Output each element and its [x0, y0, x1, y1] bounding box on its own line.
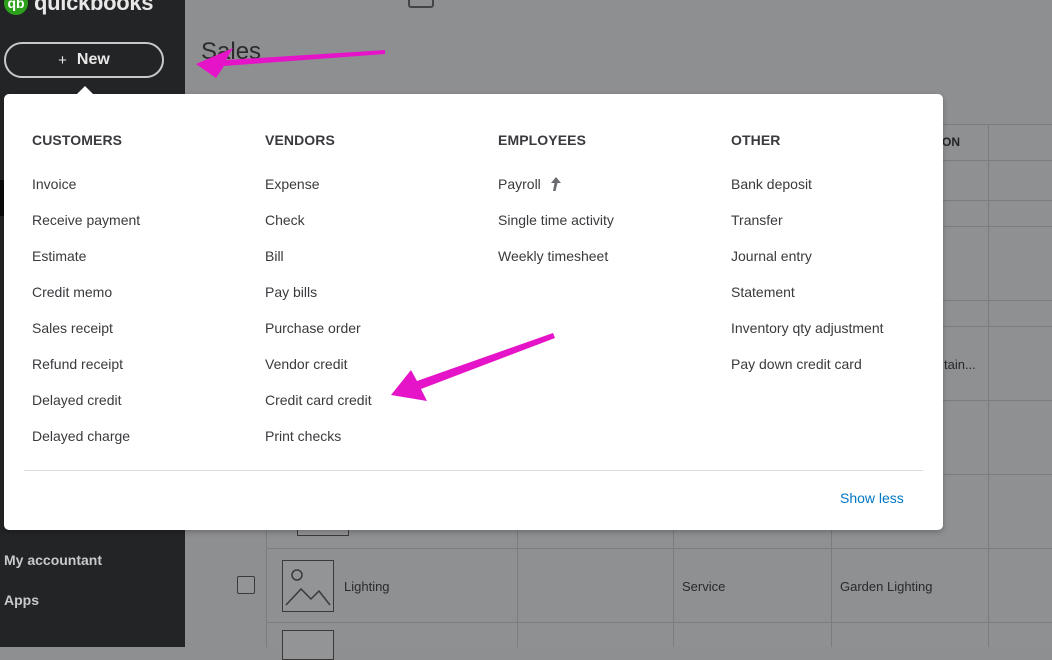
annotation-arrow-credit-card-credit [391, 333, 555, 401]
arrow-shape [391, 333, 555, 401]
